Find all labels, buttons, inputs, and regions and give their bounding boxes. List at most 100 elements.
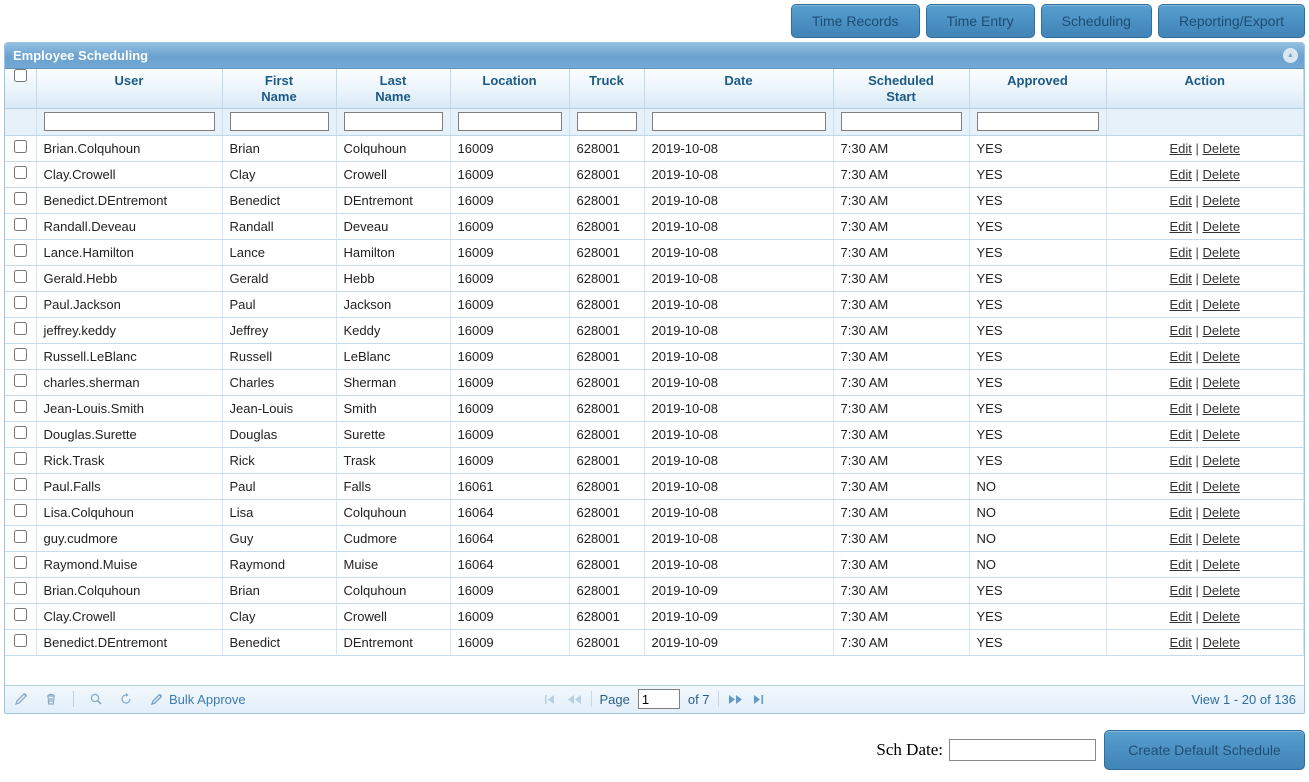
- edit-link[interactable]: Edit: [1169, 401, 1191, 416]
- edit-link[interactable]: Edit: [1169, 245, 1191, 260]
- delete-link[interactable]: Delete: [1202, 271, 1240, 286]
- delete-link[interactable]: Delete: [1202, 349, 1240, 364]
- row-select-checkbox[interactable]: [14, 192, 27, 205]
- prev-page-icon[interactable]: [565, 694, 582, 705]
- cell-first-name: Guy: [222, 525, 336, 551]
- sch-date-input[interactable]: [949, 739, 1096, 761]
- row-select-checkbox[interactable]: [14, 218, 27, 231]
- search-icon[interactable]: [88, 691, 104, 707]
- edit-link[interactable]: Edit: [1169, 271, 1191, 286]
- delete-link[interactable]: Delete: [1202, 401, 1240, 416]
- edit-link[interactable]: Edit: [1169, 323, 1191, 338]
- edit-link[interactable]: Edit: [1169, 219, 1191, 234]
- cell-date: 2019-10-08: [644, 343, 833, 369]
- delete-link[interactable]: Delete: [1202, 323, 1240, 338]
- collapse-grid-button[interactable]: ▲: [1283, 48, 1298, 63]
- create-default-schedule-button[interactable]: Create Default Schedule: [1104, 730, 1305, 770]
- column-header-scheduled-start[interactable]: Scheduled Start: [833, 69, 969, 108]
- row-select-checkbox[interactable]: [14, 582, 27, 595]
- delete-link[interactable]: Delete: [1202, 583, 1240, 598]
- row-select-checkbox[interactable]: [14, 400, 27, 413]
- delete-link[interactable]: Delete: [1202, 453, 1240, 468]
- row-select-checkbox[interactable]: [14, 348, 27, 361]
- delete-link[interactable]: Delete: [1202, 479, 1240, 494]
- delete-link[interactable]: Delete: [1202, 219, 1240, 234]
- delete-link[interactable]: Delete: [1202, 557, 1240, 572]
- row-select-checkbox[interactable]: [14, 166, 27, 179]
- scheduling-button[interactable]: Scheduling: [1041, 4, 1152, 38]
- table-row: Clay.Crowell Clay Crowell 16009 628001 2…: [5, 161, 1304, 187]
- filter-location-input[interactable]: [458, 112, 562, 131]
- edit-row-icon[interactable]: [13, 691, 29, 707]
- column-header-user[interactable]: User: [36, 69, 222, 108]
- page-number-input[interactable]: [638, 689, 680, 709]
- row-select-checkbox[interactable]: [14, 478, 27, 491]
- edit-link[interactable]: Edit: [1169, 375, 1191, 390]
- row-select-checkbox[interactable]: [14, 504, 27, 517]
- edit-link[interactable]: Edit: [1169, 583, 1191, 598]
- edit-link[interactable]: Edit: [1169, 453, 1191, 468]
- column-header-location[interactable]: Location: [450, 69, 569, 108]
- edit-link[interactable]: Edit: [1169, 531, 1191, 546]
- delete-link[interactable]: Delete: [1202, 375, 1240, 390]
- edit-link[interactable]: Edit: [1169, 349, 1191, 364]
- filter-truck-input[interactable]: [577, 112, 637, 131]
- delete-link[interactable]: Delete: [1202, 635, 1240, 650]
- pager-separator-2: [718, 691, 719, 707]
- row-select-checkbox[interactable]: [14, 270, 27, 283]
- delete-link[interactable]: Delete: [1202, 245, 1240, 260]
- refresh-icon[interactable]: [118, 691, 134, 707]
- next-page-icon[interactable]: [727, 694, 744, 705]
- time-entry-button[interactable]: Time Entry: [926, 4, 1035, 38]
- filter-last-name-input[interactable]: [344, 112, 443, 131]
- row-select-checkbox[interactable]: [14, 530, 27, 543]
- delete-link[interactable]: Delete: [1202, 141, 1240, 156]
- last-page-icon[interactable]: [752, 694, 767, 705]
- delete-link[interactable]: Delete: [1202, 531, 1240, 546]
- bulk-approve-button[interactable]: Bulk Approve: [148, 691, 246, 707]
- edit-link[interactable]: Edit: [1169, 505, 1191, 520]
- row-select-checkbox[interactable]: [14, 556, 27, 569]
- edit-link[interactable]: Edit: [1169, 479, 1191, 494]
- time-records-button[interactable]: Time Records: [791, 4, 920, 38]
- column-header-approved[interactable]: Approved: [969, 69, 1106, 108]
- reporting-export-button[interactable]: Reporting/Export: [1158, 4, 1305, 38]
- row-select-checkbox[interactable]: [14, 374, 27, 387]
- edit-link[interactable]: Edit: [1169, 193, 1191, 208]
- cell-action: Edit | Delete: [1106, 603, 1304, 629]
- row-select-checkbox[interactable]: [14, 608, 27, 621]
- row-select-checkbox[interactable]: [14, 426, 27, 439]
- column-header-date[interactable]: Date: [644, 69, 833, 108]
- edit-link[interactable]: Edit: [1169, 557, 1191, 572]
- delete-link[interactable]: Delete: [1202, 505, 1240, 520]
- row-select-checkbox[interactable]: [14, 322, 27, 335]
- column-header-first-name[interactable]: First Name: [222, 69, 336, 108]
- edit-link[interactable]: Edit: [1169, 635, 1191, 650]
- delete-link[interactable]: Delete: [1202, 427, 1240, 442]
- select-all-checkbox[interactable]: [14, 69, 27, 82]
- filter-user-input[interactable]: [44, 112, 215, 131]
- filter-date-input[interactable]: [652, 112, 826, 131]
- filter-scheduled-start-input[interactable]: [841, 112, 962, 131]
- filter-first-name-input[interactable]: [230, 112, 329, 131]
- delete-link[interactable]: Delete: [1202, 297, 1240, 312]
- column-header-last-name[interactable]: Last Name: [336, 69, 450, 108]
- edit-link[interactable]: Edit: [1169, 609, 1191, 624]
- delete-row-icon[interactable]: [43, 691, 59, 707]
- row-select-checkbox[interactable]: [14, 296, 27, 309]
- edit-link[interactable]: Edit: [1169, 427, 1191, 442]
- column-header-truck[interactable]: Truck: [569, 69, 644, 108]
- row-select-checkbox[interactable]: [14, 244, 27, 257]
- row-select-checkbox[interactable]: [14, 452, 27, 465]
- cell-last-name: Deveau: [336, 213, 450, 239]
- edit-link[interactable]: Edit: [1169, 297, 1191, 312]
- delete-link[interactable]: Delete: [1202, 609, 1240, 624]
- first-page-icon[interactable]: [542, 694, 557, 705]
- filter-approved-input[interactable]: [977, 112, 1099, 131]
- row-select-checkbox[interactable]: [14, 634, 27, 647]
- edit-link[interactable]: Edit: [1169, 141, 1191, 156]
- edit-link[interactable]: Edit: [1169, 167, 1191, 182]
- row-select-checkbox[interactable]: [14, 140, 27, 153]
- delete-link[interactable]: Delete: [1202, 167, 1240, 182]
- delete-link[interactable]: Delete: [1202, 193, 1240, 208]
